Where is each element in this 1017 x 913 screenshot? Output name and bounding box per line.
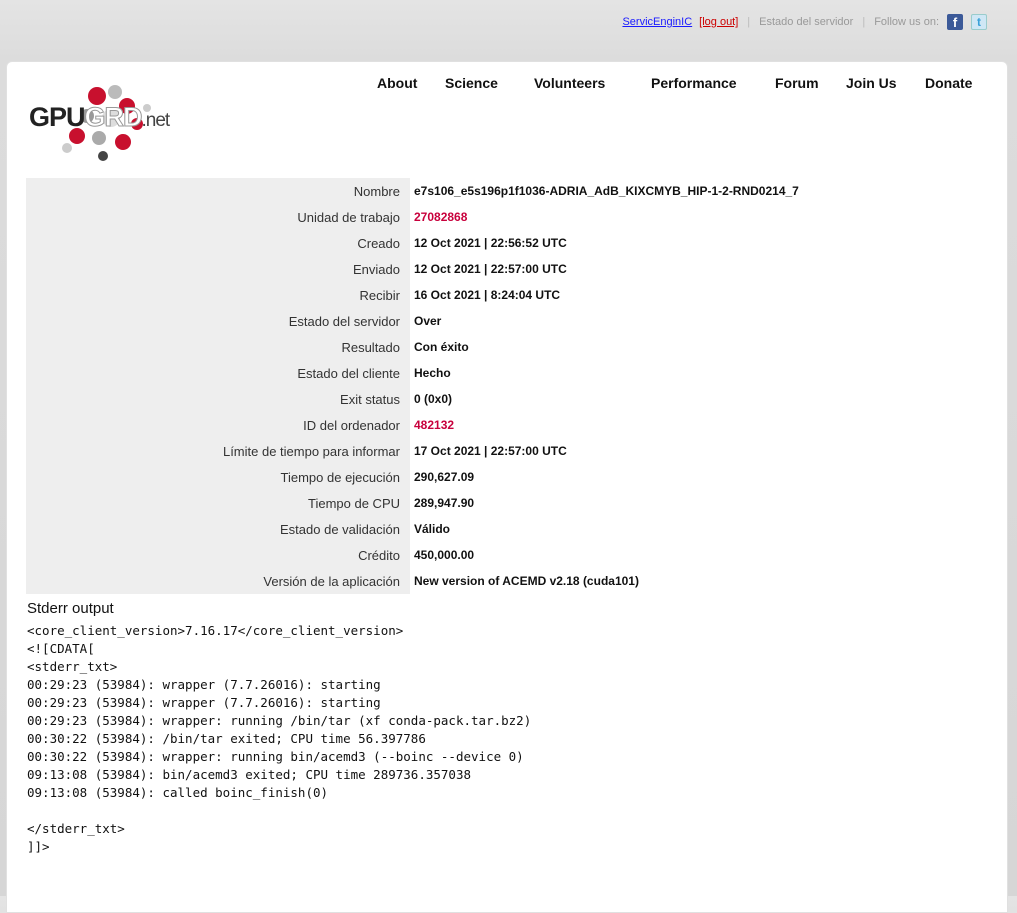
row-label: Estado de validación — [26, 516, 410, 542]
row-value: 16 Oct 2021 | 8:24:04 UTC — [414, 288, 561, 302]
logo-net: .net — [141, 110, 171, 131]
table-row: Estado del cliente Hecho — [26, 360, 799, 386]
row-value-cell: 27082868 — [410, 204, 799, 230]
row-value-cell: 482132 — [410, 412, 799, 438]
nav-donate[interactable]: Donate — [925, 75, 972, 91]
table-row: Enviado 12 Oct 2021 | 22:57:00 UTC — [26, 256, 799, 282]
row-value: 17 Oct 2021 | 22:57:00 UTC — [414, 444, 567, 458]
row-value: Hecho — [414, 366, 451, 380]
table-row: Recibir 16 Oct 2021 | 8:24:04 UTC — [26, 282, 799, 308]
logo-gpu: GPU — [29, 102, 86, 132]
separator: | — [862, 16, 866, 28]
table-row: Versión de la aplicación New version of A… — [26, 568, 799, 594]
row-label: Recibir — [26, 282, 410, 308]
nav-about[interactable]: About — [377, 75, 417, 91]
table-row: Tiempo de CPU 289,947.90 — [26, 490, 799, 516]
table-row: Unidad de trabajo 27082868 — [26, 204, 799, 230]
task-details-table: Nombre e7s106_e5s196p1f1036-ADRIA_AdB_KIX… — [26, 178, 799, 594]
row-value: 12 Oct 2021 | 22:56:52 UTC — [414, 236, 567, 250]
row-label: Estado del cliente — [26, 360, 410, 386]
separator: | — [747, 16, 751, 28]
row-value: 290,627.09 — [414, 470, 475, 484]
user-link[interactable]: ServicEnginIC — [622, 16, 692, 28]
row-value: Con éxito — [414, 340, 469, 354]
row-value: Válido — [414, 522, 451, 536]
row-value-link[interactable]: 482132 — [414, 418, 454, 432]
row-label: Crédito — [26, 542, 410, 568]
nav-join-us[interactable]: Join Us — [846, 75, 897, 91]
row-label: Límite de tiempo para informar — [26, 438, 410, 464]
table-row: Exit status 0 (0x0) — [26, 386, 799, 412]
server-status-link[interactable]: Estado del servidor — [759, 16, 853, 28]
row-value: Over — [414, 314, 442, 328]
row-label: Exit status — [26, 386, 410, 412]
table-row: Tiempo de ejecución 290,627.09 — [26, 464, 799, 490]
row-value: New version of ACEMD v2.18 (cuda101) — [414, 574, 639, 588]
follow-label: Follow us on: — [874, 16, 939, 28]
nav-performance[interactable]: Performance — [651, 75, 737, 91]
table-row: ID del ordenador 482132 — [26, 412, 799, 438]
row-label: Nombre — [26, 178, 410, 204]
logo-text: GPUGRD.net — [29, 102, 171, 133]
table-row: Nombre e7s106_e5s196p1f1036-ADRIA_AdB_KIX… — [26, 178, 799, 204]
row-label: Tiempo de ejecución — [26, 464, 410, 490]
row-label: ID del ordenador — [26, 412, 410, 438]
logout-link[interactable]: [log out] — [699, 16, 738, 28]
row-label: Tiempo de CPU — [26, 490, 410, 516]
nav-science[interactable]: Science — [445, 75, 498, 91]
main-nav: About Science Volunteers Performance For… — [7, 75, 1007, 95]
stderr-output: <core_client_version>7.16.17</core_clien… — [27, 623, 532, 854]
facebook-icon[interactable]: f — [947, 14, 963, 30]
twitter-icon[interactable]: t — [971, 14, 987, 30]
table-row: Límite de tiempo para informar 17 Oct 202… — [26, 438, 799, 464]
table-row: Crédito 450,000.00 — [26, 542, 799, 568]
nav-forum[interactable]: Forum — [775, 75, 819, 91]
table-row: Estado de validación Válido — [26, 516, 799, 542]
nav-volunteers[interactable]: Volunteers — [534, 75, 605, 91]
row-value: 289,947.90 — [414, 496, 475, 510]
table-row: Resultado Con éxito — [26, 334, 799, 360]
row-label: Versión de la aplicación — [26, 568, 410, 594]
row-label: Resultado — [26, 334, 410, 360]
row-value: e7s106_e5s196p1f1036-ADRIA_AdB_KIXCMYB_H… — [414, 184, 799, 198]
row-label: Estado del servidor — [26, 308, 410, 334]
row-value: 450,000.00 — [414, 548, 475, 562]
row-value: 12 Oct 2021 | 22:57:00 UTC — [414, 262, 567, 276]
row-value: 0 (0x0) — [414, 392, 453, 406]
logo-grd: GRD — [84, 102, 143, 133]
main-panel: GPUGRD.net About Science Volunteers Perf… — [6, 61, 1008, 913]
stderr-title: Stderr output — [27, 600, 114, 617]
top-bar: ServicEnginIC [log out] | Estado del ser… — [622, 14, 987, 30]
table-row: Estado del servidor Over — [26, 308, 799, 334]
row-label: Unidad de trabajo — [26, 204, 410, 230]
row-label: Enviado — [26, 256, 410, 282]
table-row: Creado 12 Oct 2021 | 22:56:52 UTC — [26, 230, 799, 256]
row-value-link[interactable]: 27082868 — [414, 210, 467, 224]
row-label: Creado — [26, 230, 410, 256]
